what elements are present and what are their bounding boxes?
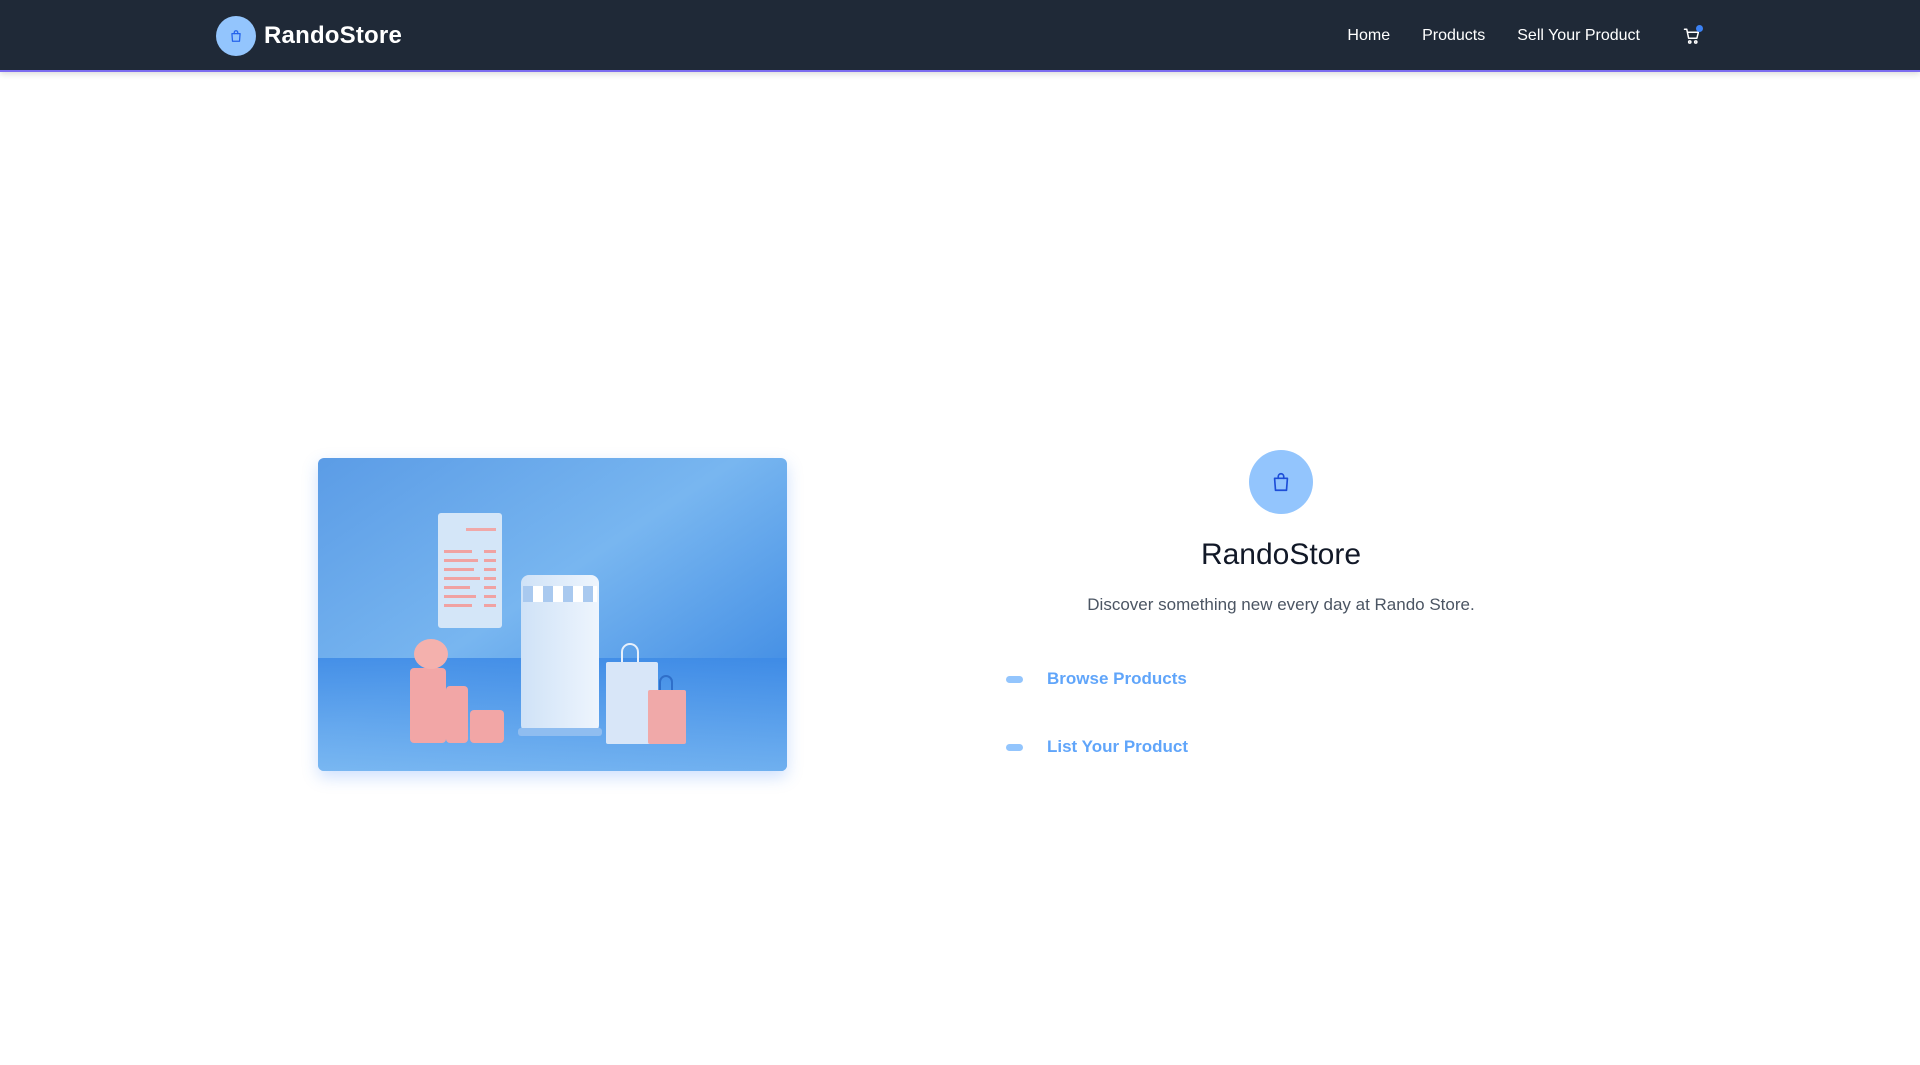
page-title: RandoStore: [1200, 538, 1362, 571]
list-product-label: List Your Product: [1047, 737, 1189, 756]
shopping-bag-icon: [216, 16, 256, 56]
nav-links: Home Products Sell Your Product: [1315, 0, 1704, 72]
cart-button[interactable]: [1680, 24, 1704, 48]
page-subtitle: Discover something new every day at Rand…: [1087, 595, 1475, 614]
hero-image: [318, 458, 787, 771]
shopping-bag-icon: [1249, 450, 1313, 514]
brand-name: RandoStore: [264, 22, 403, 49]
list-product-link[interactable]: List Your Product: [1006, 737, 1188, 757]
navbar: RandoStore Home Products Sell Your Produ…: [0, 0, 1920, 72]
brand-link[interactable]: RandoStore: [216, 16, 402, 56]
browse-products-link[interactable]: Browse Products: [1006, 669, 1187, 689]
cart-badge: [1696, 25, 1703, 32]
bullet-icon: [1006, 675, 1023, 683]
browse-products-label: Browse Products: [1047, 669, 1187, 688]
nav-home-link[interactable]: Home: [1347, 27, 1390, 45]
nav-sell-link[interactable]: Sell Your Product: [1517, 27, 1640, 45]
bullet-icon: [1006, 743, 1023, 751]
nav-products-link[interactable]: Products: [1422, 27, 1485, 45]
